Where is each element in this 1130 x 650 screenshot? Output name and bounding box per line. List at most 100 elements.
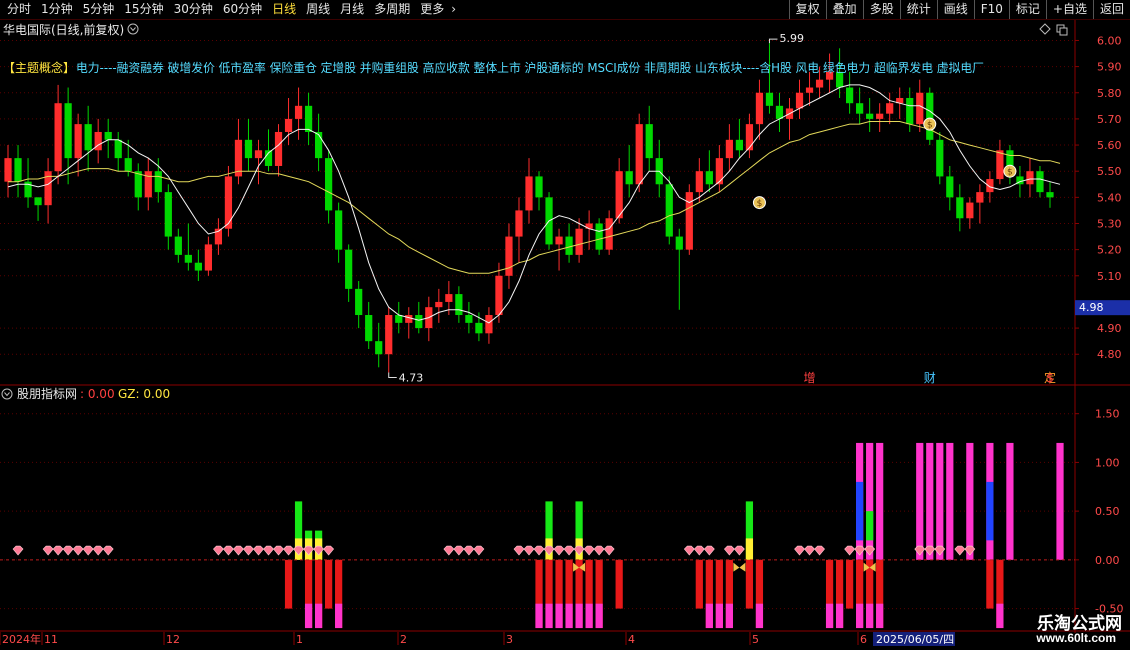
indicator-bar-negative bbox=[745, 559, 754, 609]
diamond-marker bbox=[62, 545, 74, 556]
candle-body bbox=[795, 92, 804, 109]
event-marker: 增 bbox=[804, 371, 816, 385]
candle-body bbox=[876, 113, 884, 119]
toolbar-button-8[interactable]: 返回 bbox=[1092, 0, 1130, 19]
diamond-marker bbox=[563, 545, 575, 556]
tab-period-4[interactable]: 30分钟 bbox=[169, 0, 218, 19]
indicator-gz-value: GZ: 0.00 bbox=[118, 387, 170, 401]
diamond-marker bbox=[443, 545, 455, 556]
tab-period-8[interactable]: 月线 bbox=[335, 0, 369, 19]
candle-body bbox=[866, 113, 874, 119]
diamond-marker bbox=[603, 545, 615, 556]
toolbar-button-0[interactable]: 复权 bbox=[788, 0, 826, 19]
candle-body bbox=[535, 176, 543, 198]
price-tick-label: 5.90 bbox=[1097, 61, 1122, 74]
indicator-bar-segment bbox=[825, 603, 834, 629]
diamond-marker bbox=[233, 545, 244, 556]
candle-body bbox=[625, 171, 633, 185]
indicator-tick-label: 0.00 bbox=[1095, 554, 1120, 567]
more-chevron-icon[interactable]: › bbox=[449, 0, 458, 19]
diamond-marker bbox=[593, 545, 605, 556]
tab-period-3[interactable]: 15分钟 bbox=[119, 0, 168, 19]
candle-body bbox=[294, 105, 303, 119]
current-price-label: 4.98 bbox=[1079, 301, 1104, 314]
candle-body bbox=[986, 179, 994, 193]
tab-period-9[interactable]: 多周期 bbox=[369, 0, 415, 19]
candle-body bbox=[14, 158, 22, 182]
candle-body bbox=[164, 192, 172, 237]
price-tick-label: 5.10 bbox=[1097, 270, 1122, 283]
tab-period-2[interactable]: 5分钟 bbox=[78, 0, 120, 19]
toolbar-button-1[interactable]: 叠加 bbox=[825, 0, 863, 19]
diamond-marker bbox=[473, 545, 485, 556]
tab-period-0[interactable]: 分时 bbox=[2, 0, 36, 19]
candle-body bbox=[555, 236, 563, 245]
diamond-icon[interactable] bbox=[1039, 23, 1051, 35]
indicator-bar-segment bbox=[575, 603, 583, 629]
tab-period-1[interactable]: 1分钟 bbox=[36, 0, 78, 19]
money-bag-glyph: $ bbox=[1007, 168, 1013, 178]
indicator-bar-negative bbox=[284, 559, 293, 609]
tab-period-6[interactable]: 日线 bbox=[267, 0, 301, 19]
toolbar-button-4[interactable]: 画线 bbox=[936, 0, 974, 19]
candle-body bbox=[465, 315, 473, 323]
price-tick-label: 4.90 bbox=[1097, 322, 1122, 335]
indicator-bar-segment bbox=[755, 603, 764, 629]
diamond-marker bbox=[92, 545, 104, 556]
indicator-bar-negative bbox=[615, 559, 623, 609]
indicator-bar-positive bbox=[946, 442, 954, 560]
tab-period-7[interactable]: 周线 bbox=[301, 0, 335, 19]
candle-body bbox=[104, 131, 112, 140]
diamond-marker bbox=[223, 545, 234, 556]
circle-chevron-down-icon[interactable] bbox=[127, 23, 139, 35]
toolbar-button-5[interactable]: F10 bbox=[973, 0, 1009, 19]
diamond-marker bbox=[102, 545, 114, 556]
tab-period-10[interactable]: 更多 bbox=[415, 0, 449, 19]
diamond-marker bbox=[52, 545, 64, 556]
indicator-bar-segment bbox=[705, 603, 713, 629]
diamond-marker bbox=[723, 545, 735, 556]
candle-body bbox=[475, 322, 483, 334]
toolbar-button-3[interactable]: 统计 bbox=[899, 0, 937, 19]
low-price-label: 4.73 bbox=[399, 372, 424, 385]
candle-body bbox=[485, 315, 493, 334]
indicator-bar-segment bbox=[535, 603, 543, 629]
candle-body bbox=[244, 139, 253, 159]
candle-body bbox=[765, 92, 774, 106]
copy-window-icon[interactable] bbox=[1056, 24, 1068, 36]
candle-body bbox=[635, 124, 643, 185]
indicator-bar-segment bbox=[715, 603, 723, 629]
diamond-marker bbox=[243, 545, 254, 556]
price-tick-label: 5.30 bbox=[1097, 217, 1122, 230]
candle-body bbox=[375, 341, 383, 355]
indicator-menu-icon[interactable] bbox=[1, 388, 13, 400]
toolbar-button-7[interactable]: +自选 bbox=[1045, 0, 1093, 19]
candle-body bbox=[936, 139, 944, 177]
diamond-marker bbox=[804, 545, 815, 556]
indicator-bar-segment bbox=[745, 538, 754, 560]
candle-body bbox=[956, 197, 964, 219]
candle-body bbox=[815, 79, 824, 88]
event-marker: $ bbox=[1046, 371, 1054, 385]
main-chart-title: 华电国际(日线,前复权) bbox=[3, 22, 124, 37]
diamond-marker bbox=[453, 545, 465, 556]
date-label: 11 bbox=[44, 633, 58, 646]
candle-body bbox=[595, 223, 603, 250]
indicator-bar-positive bbox=[916, 442, 924, 560]
date-label: 1 bbox=[296, 633, 303, 646]
candle-body bbox=[34, 197, 42, 206]
circle-chevron-down-ring bbox=[127, 23, 139, 35]
indicator-tick-label: 0.50 bbox=[1095, 505, 1120, 518]
butterfly-wings bbox=[733, 562, 746, 572]
price-tick-label: 5.60 bbox=[1097, 139, 1122, 152]
candle-body bbox=[274, 131, 283, 166]
candle-body bbox=[906, 97, 914, 125]
indicator-bar-segment bbox=[835, 603, 844, 629]
tab-period-5[interactable]: 60分钟 bbox=[218, 0, 267, 19]
candle-body bbox=[695, 171, 703, 193]
kline-chart[interactable]: $ $ $ 6.00 5.90 5.80 5.70 5.60 5.50 5.40 5.30 5.20… bbox=[0, 20, 1130, 650]
toolbar-button-2[interactable]: 多股 bbox=[862, 0, 900, 19]
toolbar-button-6[interactable]: 标记 bbox=[1008, 0, 1046, 19]
candle-body bbox=[435, 301, 443, 308]
diamond-marker bbox=[12, 545, 24, 556]
